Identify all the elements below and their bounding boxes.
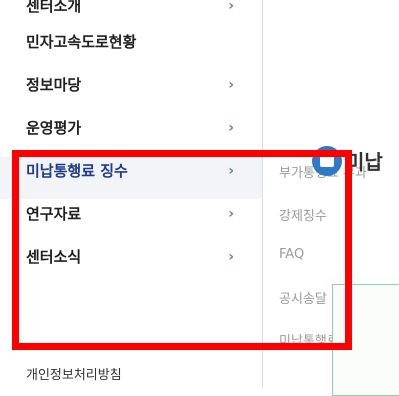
- menu-item-research-data[interactable]: 연구자료 ›: [26, 200, 238, 228]
- menu-item-center-news[interactable]: 센터소식 ›: [26, 243, 238, 271]
- menu-item-label: 센터소개: [26, 0, 82, 15]
- menu-item-label: 미납통행료 징수: [26, 162, 128, 180]
- menu-item-center-intro[interactable]: 센터소개 ›: [26, 0, 238, 20]
- menu-item-label: 연구자료: [26, 205, 82, 223]
- menu-item-label: 센터소식: [26, 248, 82, 266]
- submenu-item-forced-collection[interactable]: 강제징수: [279, 205, 327, 224]
- menu-item-label: 민자고속도로현황: [26, 33, 137, 51]
- chevron-right-icon: ›: [228, 0, 234, 14]
- chevron-right-icon: ›: [228, 206, 234, 222]
- menu-item-label: 정보마당: [26, 76, 82, 94]
- submenu-item-public-notice[interactable]: 공시송달: [279, 288, 327, 307]
- chevron-right-icon: ›: [228, 120, 234, 136]
- privacy-policy-link[interactable]: 개인정보처리방침: [26, 364, 122, 383]
- chevron-right-icon: ›: [228, 77, 234, 93]
- menu-divider: [262, 0, 263, 388]
- chevron-right-icon: ›: [228, 163, 234, 179]
- page-title: 미납: [346, 150, 383, 174]
- chevron-right-icon: ›: [228, 249, 234, 265]
- menu-item-unpaid-toll-collection[interactable]: 미납통행료 징수 ›: [0, 157, 262, 199]
- menu-item-private-highway-status[interactable]: 민자고속도로현황: [26, 28, 238, 56]
- page-title-icon: [312, 146, 342, 176]
- content-panel: [332, 284, 399, 396]
- menu-item-operation-evaluation[interactable]: 운영평가 ›: [26, 114, 238, 142]
- left-navigation-menu: 센터소개 › 민자고속도로현황 정보마당 › 운영평가 › 미납통행료 징수 ›…: [0, 0, 262, 388]
- submenu-item-faq[interactable]: FAQ: [279, 247, 304, 262]
- menu-item-info-plaza[interactable]: 정보마당 ›: [26, 71, 238, 99]
- menu-item-label: 운영평가: [26, 119, 82, 137]
